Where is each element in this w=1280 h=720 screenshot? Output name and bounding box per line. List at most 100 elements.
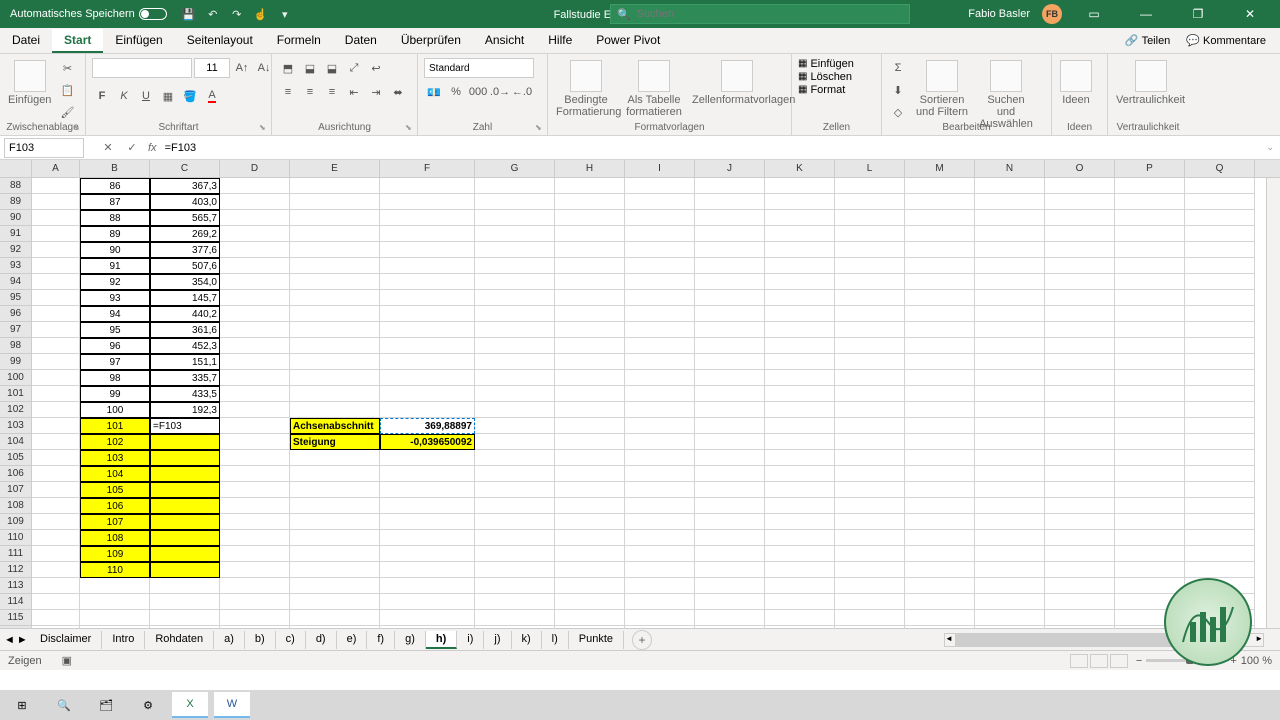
- delete-cells-button[interactable]: ▦ Löschen: [798, 71, 852, 83]
- toggle-switch[interactable]: [139, 8, 167, 20]
- comma-icon[interactable]: 000: [468, 82, 488, 102]
- cell[interactable]: [380, 530, 475, 546]
- cell[interactable]: [1045, 354, 1115, 370]
- row-header[interactable]: 95: [0, 290, 32, 306]
- sheet-tab[interactable]: Punkte: [569, 631, 624, 649]
- excel-taskbar-icon[interactable]: X: [172, 692, 208, 718]
- cell[interactable]: [905, 498, 975, 514]
- indent-dec-icon[interactable]: ⇤: [344, 82, 364, 102]
- cell[interactable]: [975, 290, 1045, 306]
- cell[interactable]: [32, 434, 80, 450]
- cell[interactable]: 94: [80, 306, 150, 322]
- italic-button[interactable]: K: [114, 86, 134, 106]
- cell[interactable]: [555, 514, 625, 530]
- autosave-toggle[interactable]: Automatisches Speichern: [4, 8, 173, 20]
- cell[interactable]: [695, 210, 765, 226]
- align-center-icon[interactable]: ≡: [300, 82, 320, 102]
- cell[interactable]: [905, 258, 975, 274]
- cell[interactable]: [835, 386, 905, 402]
- cell[interactable]: [625, 562, 695, 578]
- cell[interactable]: [625, 498, 695, 514]
- row-header[interactable]: 115: [0, 610, 32, 626]
- cell[interactable]: [220, 546, 290, 562]
- search-taskbar-icon[interactable]: 🔍: [46, 692, 82, 718]
- cell[interactable]: [1185, 418, 1255, 434]
- cell[interactable]: [555, 338, 625, 354]
- cell[interactable]: [290, 386, 380, 402]
- cell[interactable]: [905, 594, 975, 610]
- cell[interactable]: [290, 594, 380, 610]
- cell[interactable]: [835, 466, 905, 482]
- cell[interactable]: [695, 562, 765, 578]
- cell[interactable]: [475, 354, 555, 370]
- cell[interactable]: [555, 178, 625, 194]
- cell[interactable]: [475, 210, 555, 226]
- select-all-corner[interactable]: [0, 160, 32, 177]
- cell[interactable]: [80, 626, 150, 628]
- cell[interactable]: [220, 498, 290, 514]
- cell[interactable]: [1185, 338, 1255, 354]
- cell[interactable]: 104: [80, 466, 150, 482]
- sheet-tab[interactable]: j): [484, 631, 511, 649]
- cell[interactable]: 96: [80, 338, 150, 354]
- row-header[interactable]: 113: [0, 578, 32, 594]
- tab-seitenlayout[interactable]: Seitenlayout: [175, 29, 265, 53]
- sheet-tab[interactable]: Rohdaten: [145, 631, 214, 649]
- cell[interactable]: [1115, 226, 1185, 242]
- column-header[interactable]: K: [765, 160, 835, 177]
- sheet-tab[interactable]: k): [512, 631, 542, 649]
- find-select-button[interactable]: Suchen und Auswählen: [976, 58, 1036, 132]
- cell[interactable]: 93: [80, 290, 150, 306]
- cell[interactable]: [1185, 226, 1255, 242]
- cell[interactable]: [555, 354, 625, 370]
- cell[interactable]: [765, 434, 835, 450]
- cell[interactable]: [1185, 290, 1255, 306]
- cell[interactable]: [220, 578, 290, 594]
- cell[interactable]: [835, 482, 905, 498]
- cell[interactable]: [905, 466, 975, 482]
- undo-icon[interactable]: ↶: [205, 6, 221, 22]
- cell[interactable]: =F103: [150, 418, 220, 434]
- cell[interactable]: [975, 466, 1045, 482]
- cell[interactable]: [625, 274, 695, 290]
- ideas-button[interactable]: Ideen: [1058, 58, 1094, 108]
- cell[interactable]: [1185, 178, 1255, 194]
- macro-record-icon[interactable]: ▣: [62, 654, 72, 667]
- cell[interactable]: [695, 578, 765, 594]
- cell[interactable]: [1185, 562, 1255, 578]
- cell[interactable]: [290, 562, 380, 578]
- cell[interactable]: [555, 498, 625, 514]
- cell[interactable]: [380, 610, 475, 626]
- cell[interactable]: [380, 626, 475, 628]
- cell[interactable]: [380, 178, 475, 194]
- cell[interactable]: [1115, 514, 1185, 530]
- cell[interactable]: [695, 610, 765, 626]
- cell[interactable]: [625, 626, 695, 628]
- spreadsheet-grid[interactable]: ABCDEFGHIJKLMNOPQ 8886367,38987403,09088…: [0, 160, 1280, 628]
- cell[interactable]: [290, 466, 380, 482]
- row-header[interactable]: 101: [0, 386, 32, 402]
- cell[interactable]: [975, 418, 1045, 434]
- cell[interactable]: [905, 434, 975, 450]
- cell[interactable]: [220, 482, 290, 498]
- cell[interactable]: [625, 610, 695, 626]
- cell[interactable]: [975, 370, 1045, 386]
- cell[interactable]: [380, 386, 475, 402]
- sheet-tab[interactable]: c): [276, 631, 306, 649]
- cell[interactable]: [220, 466, 290, 482]
- orientation-icon[interactable]: ⤢: [344, 58, 364, 78]
- cell[interactable]: [220, 258, 290, 274]
- cell[interactable]: [32, 466, 80, 482]
- cell[interactable]: [1185, 386, 1255, 402]
- cell[interactable]: [380, 322, 475, 338]
- cell[interactable]: [835, 626, 905, 628]
- cell[interactable]: [1115, 338, 1185, 354]
- cell[interactable]: [765, 226, 835, 242]
- cell[interactable]: [835, 434, 905, 450]
- cell[interactable]: [1045, 306, 1115, 322]
- share-button[interactable]: 🔗 Teilen: [1119, 32, 1176, 49]
- cell[interactable]: [555, 450, 625, 466]
- cell[interactable]: [625, 242, 695, 258]
- cell[interactable]: [765, 258, 835, 274]
- dialog-launcher-icon[interactable]: ⬊: [405, 123, 415, 133]
